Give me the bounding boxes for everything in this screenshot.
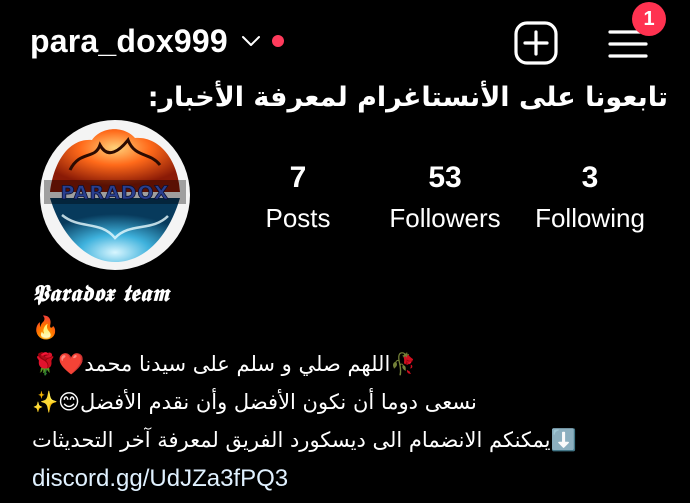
- add-post-button[interactable]: [513, 20, 559, 66]
- bio-line-2: نسعى دوما أن نكون الأفضل وأن نقدم الأفضل…: [32, 390, 477, 414]
- hamburger-menu-icon: [605, 30, 651, 70]
- followers-label: Followers: [389, 203, 501, 233]
- stat-posts[interactable]: 7 Posts: [248, 160, 348, 236]
- unread-dot: [271, 35, 284, 47]
- followers-count: 53: [428, 161, 462, 194]
- posts-count: 7: [289, 161, 307, 194]
- add-post-icon: [513, 21, 559, 70]
- stat-followers[interactable]: 53 Followers: [380, 160, 510, 236]
- announcement-text: تابعونا على الأنستاغرام لمعرفة الأخبار:: [147, 82, 668, 113]
- account-switcher[interactable]: para_dox999: [30, 20, 284, 62]
- profile-link[interactable]: discord.gg/UdJZa3fPQ3: [32, 462, 288, 496]
- bio-line-3: ⬇️يمكنكم الانضمام الى ديسكورد الفريق لمع…: [32, 428, 577, 452]
- username: para_dox999: [30, 22, 228, 59]
- stat-following[interactable]: 3 Following: [530, 160, 650, 236]
- bio-emoji-line: 🔥: [32, 316, 60, 341]
- chevron-down-icon[interactable]: [240, 30, 262, 52]
- following-label: Following: [535, 203, 645, 233]
- notification-badge: 1: [632, 2, 666, 36]
- avatar-logo-text: PARADOX: [60, 182, 169, 204]
- posts-label: Posts: [265, 203, 331, 233]
- profile-avatar[interactable]: PARADOX: [40, 120, 190, 270]
- following-count: 3: [581, 161, 599, 194]
- profile-display-name: 𝕻𝖆𝖗𝖆𝖉𝖔𝖝 𝖙𝖊𝖆𝖒: [32, 280, 170, 307]
- top-bar: para_dox999 1: [0, 0, 690, 80]
- bio-line-1: 🥀اللهم صلي و سلم على سيدنا محمد❤️🌹: [32, 352, 417, 376]
